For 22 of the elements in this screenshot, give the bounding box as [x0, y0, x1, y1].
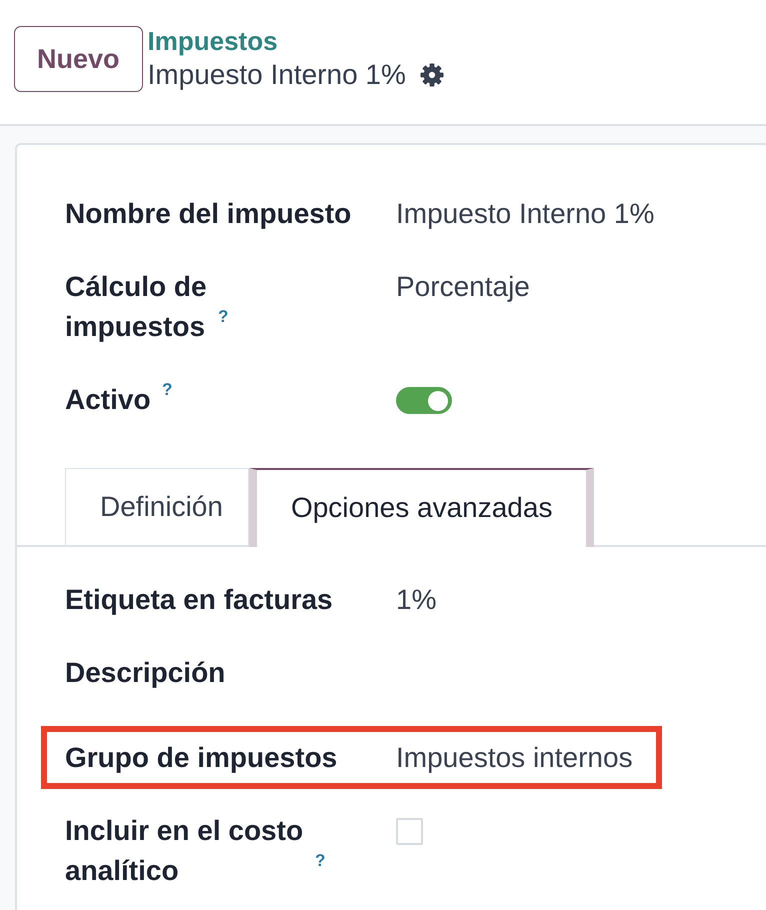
field-label: Nombre del impuesto [65, 197, 352, 231]
toggle-switch[interactable] [396, 387, 452, 414]
help-tooltip[interactable]: ? [162, 380, 172, 400]
field-label: Grupo de impuestos [65, 741, 338, 775]
settings-icon[interactable] [420, 63, 444, 87]
field-value: Impuestos internos [396, 741, 633, 775]
field-label: Activo [65, 383, 152, 417]
field-label: Cálculo de impuestos [65, 270, 208, 344]
field-value: Porcentaje [396, 270, 531, 304]
new-button[interactable]: Nuevo [14, 26, 143, 92]
field-value: 1% [396, 583, 438, 617]
tab[interactable]: Opciones avanzadas [248, 468, 594, 547]
help-tooltip[interactable]: ? [315, 851, 326, 871]
tab[interactable]: Definición [65, 468, 249, 545]
field-label: Descripción [65, 656, 226, 690]
help-tooltip[interactable]: ? [218, 307, 228, 327]
field-label: Etiqueta en facturas [65, 583, 334, 617]
record-title: Impuesto Interno 1% [148, 58, 406, 92]
field-label: Incluir en el costo analítico [65, 814, 304, 888]
checkbox[interactable] [396, 818, 423, 845]
field-value: Impuesto Interno 1% [396, 197, 656, 231]
breadcrumb-link[interactable]: Impuestos [148, 24, 278, 58]
